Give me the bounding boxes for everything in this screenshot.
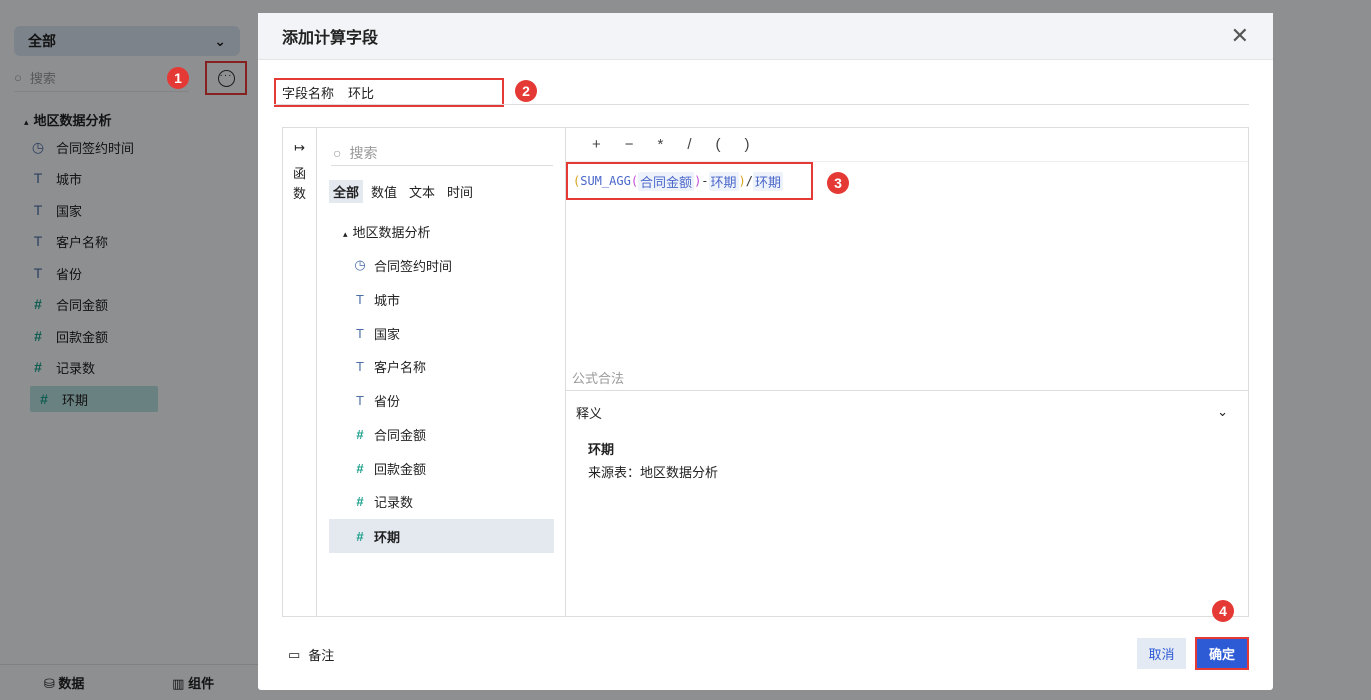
formula-field: 合同金额	[638, 171, 695, 191]
field-item[interactable]: T 省份	[329, 383, 554, 417]
field-search-input[interactable]: ○ 搜索	[331, 140, 553, 166]
step-badge-4: 4	[1212, 600, 1234, 622]
dialog-header: 添加计算字段 ✕	[258, 13, 1273, 60]
op-close-paren-button[interactable]: )	[745, 136, 750, 153]
field-list-panel: ○ 搜索 全部 数值 文本 时间 地区数据分析 ◷ 合同签约时间 T 城市 T 国家 T…	[317, 128, 566, 616]
number-icon: #	[356, 426, 364, 442]
field-search-placeholder: 搜索	[349, 144, 378, 161]
op-open-paren-button[interactable]: (	[716, 136, 721, 153]
calc-number-icon: #	[356, 528, 364, 544]
step-badge-1: 1	[167, 67, 189, 89]
filter-tab-time[interactable]: 时间	[443, 180, 477, 203]
field-item[interactable]: # 合同金额	[329, 417, 554, 451]
explanation-field-name: 环期	[588, 442, 615, 457]
function-tab[interactable]: ↦ 函数	[283, 128, 317, 616]
formula-token: (	[630, 174, 639, 188]
text-type-icon: T	[356, 291, 364, 307]
field-label: 环期	[374, 529, 401, 545]
formula-token: (	[573, 174, 581, 188]
formula-validity-text: 公式合法	[572, 371, 625, 386]
explanation-title: 释义	[576, 405, 603, 421]
field-label: 合同签约时间	[374, 258, 453, 274]
formula-token: )	[694, 174, 702, 188]
field-item[interactable]: # 回款金额	[329, 451, 554, 485]
explanation-source: 来源表：地区数据分析	[588, 465, 719, 480]
formula-token: /	[745, 174, 754, 188]
collapse-arrow-icon: ↦	[294, 140, 305, 155]
text-type-icon: T	[356, 325, 364, 341]
formula-token: )	[738, 174, 746, 188]
close-icon[interactable]: ✕	[1231, 23, 1249, 49]
note-button[interactable]: ▭ 备注	[288, 645, 334, 664]
dialog-title: 添加计算字段	[282, 30, 379, 47]
field-label: 记录数	[374, 494, 414, 510]
op-minus-button[interactable]: −	[625, 136, 634, 153]
field-label: 省份	[374, 393, 401, 409]
chevron-down-icon: ⌄	[1217, 404, 1228, 419]
formula-editor-area: ↦ 函数 ○ 搜索 全部 数值 文本 时间 地区数据分析 ◷ 合同签约时间 T 城市 T…	[282, 127, 1249, 617]
dialog-footer: ▭ 备注 取消 确定	[258, 633, 1273, 681]
formula-field: 环期	[708, 171, 739, 191]
field-item[interactable]: ◷ 合同签约时间	[329, 248, 554, 282]
note-label: 备注	[308, 648, 335, 663]
op-divide-button[interactable]: /	[687, 136, 691, 153]
function-tab-label: 函数	[292, 166, 306, 201]
field-label: 国家	[374, 326, 401, 342]
step-badge-2: 2	[515, 80, 537, 102]
formula-input[interactable]: (SUM_AGG(合同金额) - 环期) / 环期	[566, 162, 813, 200]
formula-editor: + − * / ( ) (SUM_AGG(合同金额) - 环期) / 环期 公式合法 释…	[566, 128, 1248, 616]
field-tree-title: 地区数据分析	[343, 222, 431, 241]
field-item[interactable]: # 记录数	[329, 484, 554, 518]
field-label: 客户名称	[374, 359, 427, 375]
count-number-icon: #	[356, 493, 364, 509]
add-calculated-field-dialog: 添加计算字段 ✕ 字段名称环比 2 ↦ 函数 ○ 搜索 全部 数值 文本 时间 地区数…	[258, 13, 1273, 690]
formula-function: SUM_AGG	[580, 174, 631, 188]
text-type-icon: T	[356, 392, 364, 408]
confirm-button[interactable]: 确定	[1195, 637, 1249, 670]
field-item[interactable]: T 国家	[329, 316, 554, 350]
filter-tab-all[interactable]: 全部	[329, 180, 364, 203]
explanation-panel: 释义 ⌄ 环期 来源表：地区数据分析	[566, 390, 1248, 616]
formula-field: 环期	[753, 171, 784, 191]
filter-tab-number[interactable]: 数值	[367, 180, 401, 203]
field-label: 回款金额	[374, 461, 427, 477]
divider	[274, 104, 1249, 105]
search-icon: ○	[333, 144, 342, 161]
step-badge-3: 3	[827, 172, 849, 194]
filter-tab-text[interactable]: 文本	[405, 180, 439, 203]
text-type-icon: T	[356, 358, 364, 374]
comment-icon: ▭	[288, 646, 301, 662]
op-multiply-button[interactable]: *	[658, 136, 664, 153]
field-name-label: 字段名称	[282, 86, 335, 101]
op-plus-button[interactable]: +	[592, 136, 601, 153]
cancel-button[interactable]: 取消	[1137, 638, 1186, 669]
field-name-value: 环比	[348, 86, 375, 101]
field-label: 城市	[374, 292, 401, 308]
explanation-header[interactable]: 释义 ⌄	[566, 391, 1248, 433]
field-item[interactable]: T 城市	[329, 282, 554, 316]
field-label: 合同金额	[374, 427, 427, 443]
field-type-tabs: 全部 数值 文本 时间	[329, 180, 477, 203]
clock-icon: ◷	[354, 257, 366, 272]
formula-token: -	[701, 174, 709, 188]
field-item[interactable]: T 客户名称	[329, 349, 554, 383]
operator-toolbar: + − * / ( )	[566, 128, 1248, 162]
field-name-input[interactable]: 字段名称 环比	[274, 78, 504, 107]
number-icon: #	[356, 460, 364, 476]
field-item-selected[interactable]: # 环期	[329, 519, 554, 553]
